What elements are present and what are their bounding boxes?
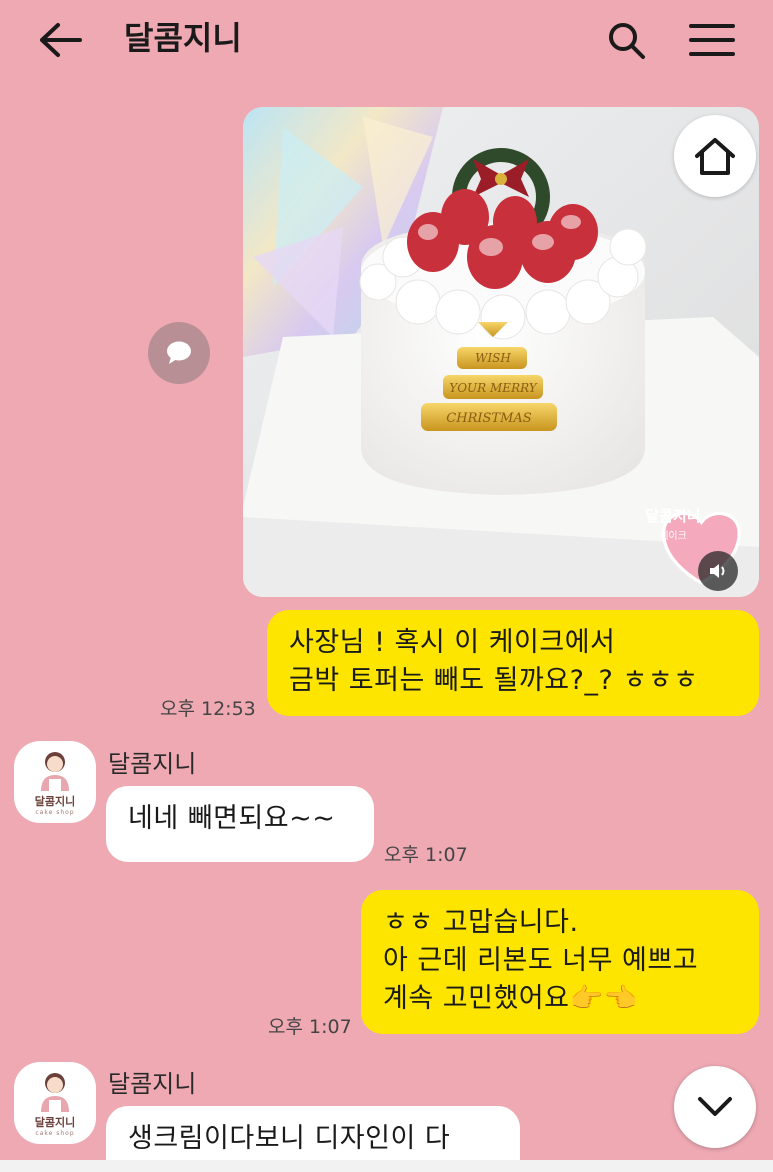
search-icon xyxy=(609,23,645,59)
svg-text:WISH: WISH xyxy=(475,351,511,365)
home-button[interactable] xyxy=(674,115,756,197)
svg-text:달콤지니: 달콤지니 xyxy=(645,507,700,525)
my-message-bubble[interactable]: ㅎㅎ 고맙습니다. 아 근데 리본도 너무 예쁘고 계속 고민했어요👉👈 xyxy=(361,890,759,1034)
message-timestamp: 오후 12:53 xyxy=(160,698,256,720)
hamburger-menu-icon xyxy=(689,24,735,56)
share-button[interactable] xyxy=(148,322,210,384)
sender-name: 달콤지니 xyxy=(108,1070,197,1098)
avatar-subtitle: cake shop xyxy=(35,808,75,816)
chevron-down-icon xyxy=(698,1097,732,1116)
svg-text:CHRISTMAS: CHRISTMAS xyxy=(446,411,531,426)
avatar-subtitle: cake shop xyxy=(35,1129,75,1137)
avatar-brand: 달콤지니 xyxy=(34,794,76,808)
svg-text:케이크: 케이크 xyxy=(659,530,687,542)
message-timestamp: 오후 1:07 xyxy=(384,844,468,866)
svg-text:YOUR MERRY: YOUR MERRY xyxy=(449,381,537,395)
speaker-icon xyxy=(710,564,725,578)
chat-title: 달콤지니 xyxy=(124,19,242,57)
chat-header: 달콤지니 xyxy=(0,0,773,78)
avatar[interactable]: 달콤지니 cake shop xyxy=(14,741,96,823)
menu-button[interactable] xyxy=(684,14,740,66)
input-bar-edge xyxy=(0,1160,773,1172)
sender-name: 달콤지니 xyxy=(108,750,197,778)
arrow-left-icon xyxy=(40,23,82,57)
baker-avatar-icon xyxy=(41,1072,69,1112)
their-message-bubble[interactable]: 네네 빼면되요~~ xyxy=(106,786,374,862)
baker-avatar-icon xyxy=(41,751,69,791)
scroll-to-bottom-button[interactable] xyxy=(674,1066,756,1148)
speech-bubble-icon xyxy=(167,341,191,364)
avatar-brand: 달콤지니 xyxy=(34,1115,76,1129)
my-message-bubble[interactable]: 사장님 ! 혹시 이 케이크에서 금박 토퍼는 빼도 될까요?_? ㅎㅎㅎ xyxy=(267,610,759,716)
avatar[interactable]: 달콤지니 cake shop xyxy=(14,1062,96,1144)
sound-button[interactable] xyxy=(698,551,738,591)
home-icon xyxy=(695,138,735,175)
message-timestamp: 오후 1:07 xyxy=(268,1016,352,1038)
search-button[interactable] xyxy=(600,14,652,66)
back-button[interactable] xyxy=(34,14,86,66)
